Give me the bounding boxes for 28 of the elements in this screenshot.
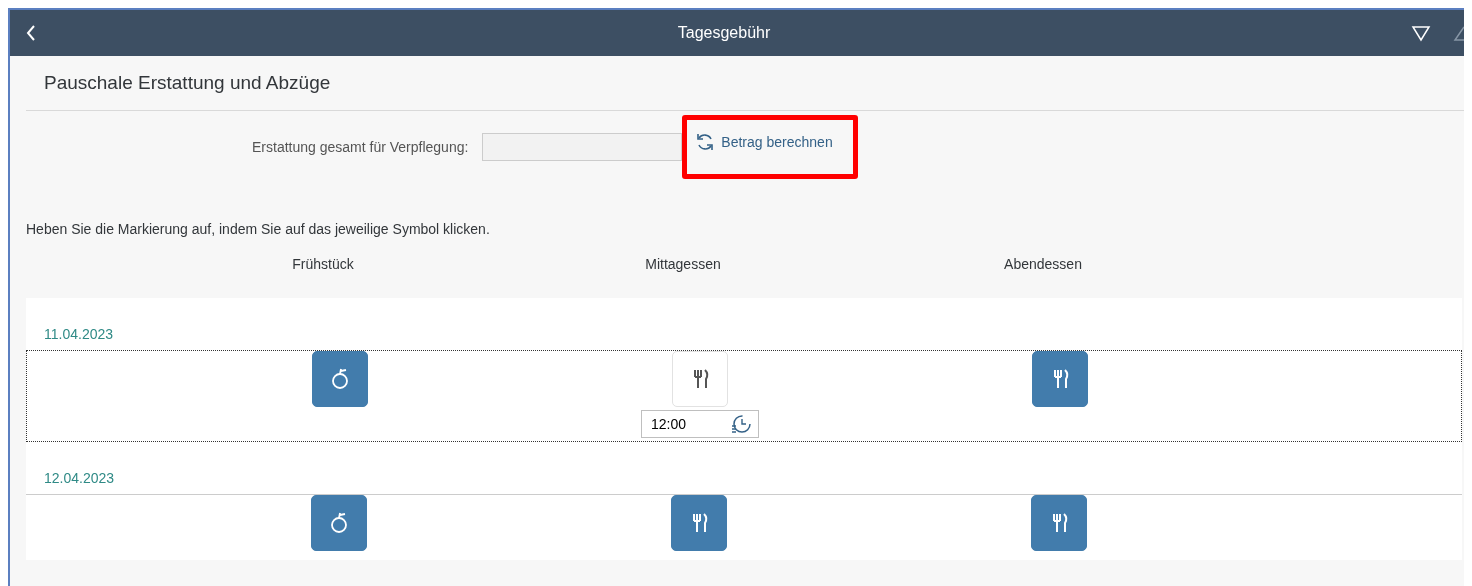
time-field[interactable]: 12:00 [641, 410, 759, 438]
selected-day-row[interactable]: 12:00 [26, 350, 1462, 442]
meal-toggle[interactable] [1031, 495, 1087, 551]
column-header: Mittagessen [644, 256, 722, 272]
apple-toggle[interactable] [311, 495, 367, 551]
calculate-button[interactable]: Betrag berechnen [695, 132, 833, 152]
next-button[interactable] [1411, 24, 1431, 42]
page-title: Tagesgebühr [676, 24, 772, 42]
back-icon [25, 24, 37, 42]
apple-icon [328, 511, 350, 535]
meal-toggle[interactable] [671, 495, 727, 551]
apple-toggle[interactable] [312, 351, 368, 407]
apple-icon [329, 367, 351, 391]
meal-toggle[interactable] [1032, 351, 1088, 407]
time-picker-icon [730, 413, 752, 435]
date-label: 12.04.2023 [43, 469, 116, 488]
input-field[interactable] [482, 133, 683, 161]
field-label: Erstattung gesamt für Verpflegung: [252, 139, 469, 155]
refresh-icon [695, 132, 716, 152]
date-label: 11.04.2023 [43, 325, 115, 344]
triangle-down-icon [1411, 24, 1431, 42]
hint-text: Heben Sie die Markierung auf, indem Sie auf das jeweilige Symbol klicken. [26, 221, 491, 237]
previous-button[interactable] [1453, 24, 1464, 42]
back-button[interactable] [25, 24, 37, 42]
section-title: Pauschale Erstattung und Abzüge [44, 72, 331, 94]
column-header: Frühstück [291, 256, 355, 272]
column-header: Abendessen [1003, 256, 1083, 272]
triangle-up-icon [1453, 24, 1464, 42]
